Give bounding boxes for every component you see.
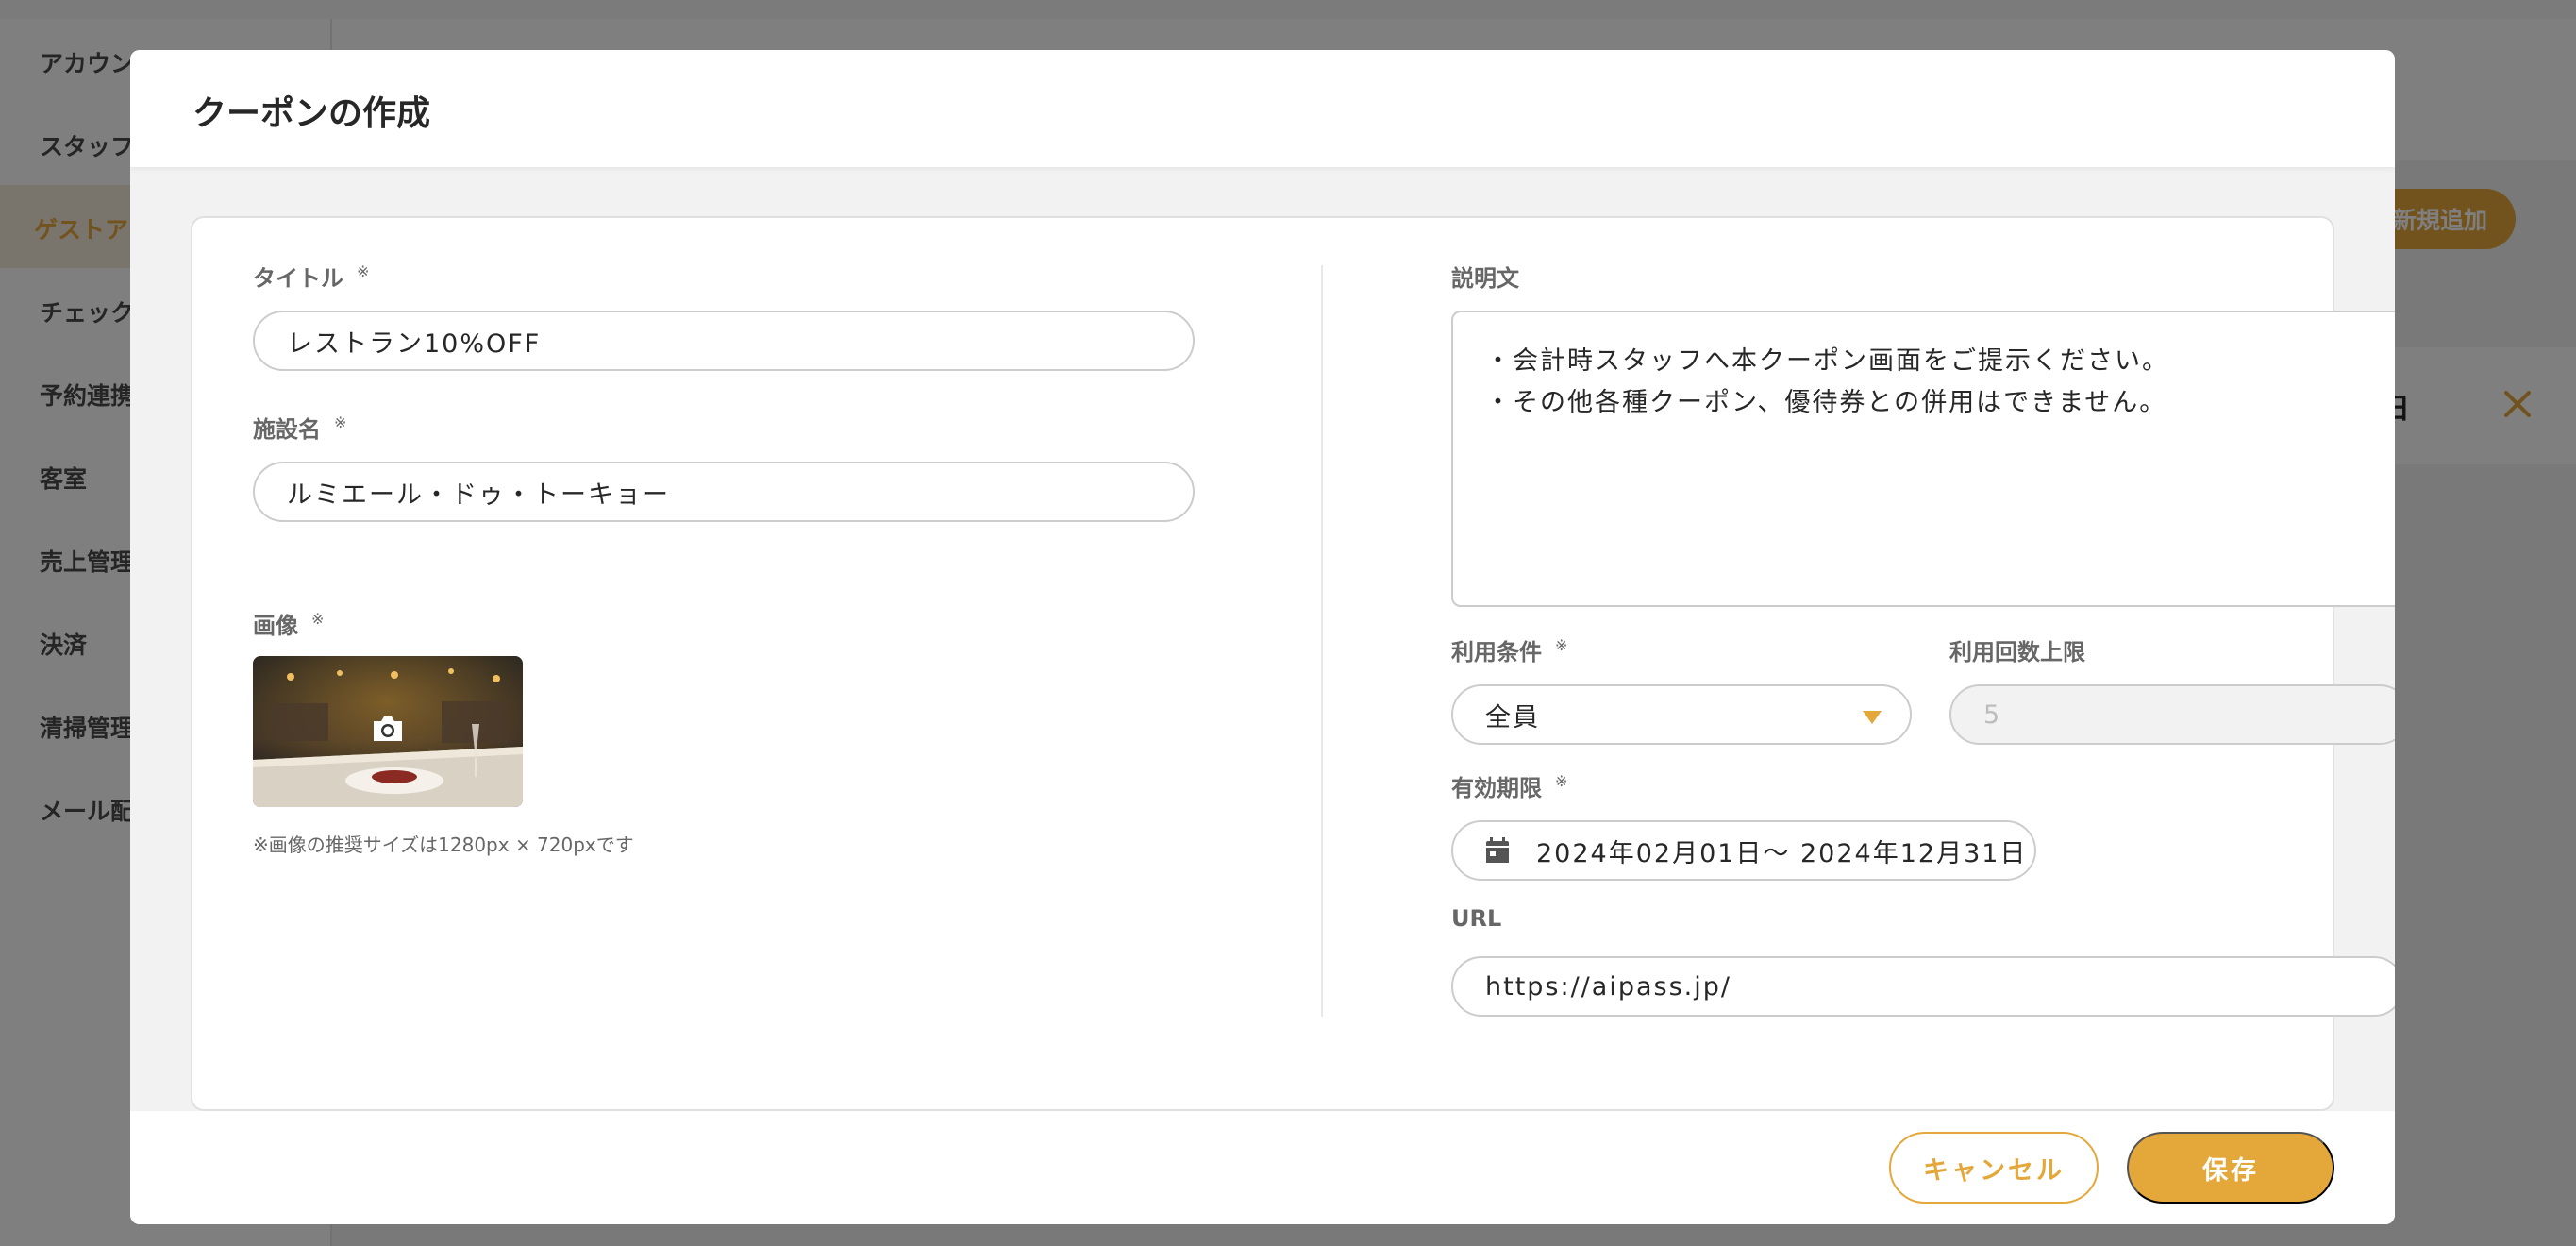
description-line: ・その他各種クーポン、優待券との併用はできません。 bbox=[1485, 388, 2167, 417]
dropdown-arrow-icon bbox=[1863, 711, 1882, 724]
required-mark: ※ bbox=[334, 413, 347, 431]
required-mark: ※ bbox=[311, 610, 325, 628]
url-input-value: https://aipass.jp/ bbox=[1485, 971, 1731, 1002]
form-card: タイトル ※ レストラン10%OFF 施設名 ※ ルミエール・ドゥ・トーキョー 画像… bbox=[191, 216, 2395, 1111]
save-button[interactable]: 保存 bbox=[2127, 1132, 2334, 1204]
validity-date-range[interactable]: 2024年02月01日～ 2024年12月31日 bbox=[1451, 820, 2036, 881]
description-label: 説明文 bbox=[1451, 265, 1519, 292]
condition-label: 利用条件 ※ bbox=[1451, 636, 1568, 665]
facility-label: 施設名 ※ bbox=[253, 413, 347, 443]
calendar-icon bbox=[1486, 837, 1509, 863]
description-textarea[interactable]: ・会計時スタッフへ本クーポン画面をご提示ください。 ・その他各種クーポン、優待券… bbox=[1451, 311, 2395, 607]
required-mark: ※ bbox=[357, 262, 370, 280]
validity-label: 有効期限 ※ bbox=[1451, 772, 1568, 801]
required-mark: ※ bbox=[1555, 772, 1568, 790]
facility-input[interactable]: ルミエール・ドゥ・トーキョー bbox=[253, 462, 1195, 522]
url-label: URL bbox=[1451, 905, 1502, 932]
facility-input-value: ルミエール・ドゥ・トーキョー bbox=[287, 480, 670, 510]
modal-title: クーポンの作成 bbox=[192, 94, 431, 133]
image-size-note: ※画像の推奨サイズは1280px × 720pxです bbox=[253, 833, 634, 856]
coupon-create-modal: クーポンの作成 タイトル ※ レストラン10%OFF 施設名 ※ ルミエール・ドゥ・… bbox=[130, 50, 2395, 1224]
column-divider bbox=[1321, 265, 1323, 1017]
usage-limit-input[interactable]: 5 bbox=[1949, 684, 2395, 745]
required-mark: ※ bbox=[1555, 636, 1568, 654]
title-input-value: レストラン10%OFF bbox=[287, 328, 542, 359]
coupon-image-upload[interactable] bbox=[253, 656, 523, 807]
validity-value: 2024年02月01日～ 2024年12月31日 bbox=[1536, 838, 2028, 868]
condition-select-value: 全員 bbox=[1485, 702, 1540, 732]
cancel-button[interactable]: キャンセル bbox=[1889, 1132, 2099, 1204]
modal-footer: キャンセル 保存 bbox=[130, 1111, 2395, 1224]
usage-limit-label: 利用回数上限 bbox=[1949, 639, 2085, 665]
usage-limit-value: 5 bbox=[1983, 699, 2002, 730]
title-label: タイトル ※ bbox=[253, 262, 370, 292]
title-input[interactable]: レストラン10%OFF bbox=[253, 311, 1195, 371]
url-input[interactable]: https://aipass.jp/ bbox=[1451, 956, 2395, 1017]
modal-header: クーポンの作成 bbox=[130, 50, 2395, 167]
description-line: ・会計時スタッフへ本クーポン画面をご提示ください。 bbox=[1485, 346, 2169, 376]
camera-icon[interactable] bbox=[371, 715, 405, 743]
image-label: 画像 ※ bbox=[253, 610, 325, 639]
condition-select[interactable]: 全員 bbox=[1451, 684, 1912, 745]
